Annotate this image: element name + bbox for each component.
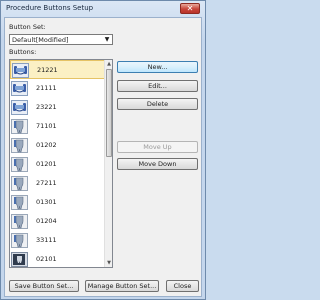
move-up-button[interactable]: Move Up: [117, 141, 198, 153]
button-set-label: Button Set:: [9, 23, 46, 31]
list-item[interactable]: 27211: [10, 174, 105, 193]
tooth-icon: [11, 119, 28, 134]
vertical-scrollbar[interactable]: ▲ ▼: [104, 60, 112, 267]
list-item[interactable]: 33111: [10, 231, 105, 250]
list-item-code: 33111: [36, 236, 57, 244]
window-close-button[interactable]: ✕: [180, 3, 200, 14]
button-set-dropdown[interactable]: Default[Modified] ▼: [9, 34, 113, 45]
buttons-label: Buttons:: [9, 48, 37, 56]
list-item-code: 23221: [36, 103, 57, 111]
list-item[interactable]: 01202: [10, 136, 105, 155]
tooth-icon: [11, 233, 28, 248]
scroll-up-icon[interactable]: ▲: [105, 60, 112, 68]
list-item-code: 01204: [36, 217, 57, 225]
list-item-code: 21221: [37, 66, 58, 74]
list-item[interactable]: 21221: [10, 60, 105, 79]
tooth-icon: [11, 214, 28, 229]
list-item[interactable]: 71101: [10, 117, 105, 136]
list-item-code: 71101: [36, 122, 57, 130]
window-title: Procedure Buttons Setup: [6, 4, 94, 12]
list-item-code: 02101: [36, 255, 57, 263]
buttons-list-rows: 21221 21111 23221 71101 01202 01201 27211 01301…: [10, 60, 105, 267]
chevron-down-icon[interactable]: ▼: [103, 35, 111, 44]
procedure-buttons-setup-window: Procedure Buttons Setup ✕ Button Set: De…: [0, 0, 206, 300]
bridge-crown-icon: [11, 81, 28, 96]
button-set-value: Default[Modified]: [12, 36, 69, 44]
scroll-thumb[interactable]: [106, 69, 112, 157]
save-button-set-button[interactable]: Save Button Set...: [9, 280, 79, 292]
list-item[interactable]: 01201: [10, 155, 105, 174]
new-button[interactable]: New...: [117, 61, 198, 73]
list-item[interactable]: 23221: [10, 98, 105, 117]
bridge-crown-icon: [11, 100, 28, 115]
title-bar[interactable]: Procedure Buttons Setup ✕: [1, 1, 205, 17]
list-item-code: 01301: [36, 198, 57, 206]
dialog-body: Button Set: Default[Modified] ▼ Buttons:…: [4, 17, 202, 297]
bridge-crown-icon: [12, 63, 29, 78]
edit-button[interactable]: Edit...: [117, 80, 198, 92]
tooth-icon: [11, 195, 28, 210]
scroll-down-icon[interactable]: ▼: [105, 259, 112, 267]
tooth-icon: [11, 157, 28, 172]
close-button[interactable]: Close: [166, 280, 199, 292]
list-item-code: 01202: [36, 141, 57, 149]
list-item[interactable]: 01204: [10, 212, 105, 231]
list-item[interactable]: 02101: [10, 250, 105, 267]
list-item-code: 01201: [36, 160, 57, 168]
list-item-code: 21111: [36, 84, 57, 92]
list-item-code: 27211: [36, 179, 57, 187]
buttons-list[interactable]: 21221 21111 23221 71101 01202 01201 27211 01301…: [9, 59, 113, 268]
manage-button-set-button[interactable]: Manage Button Set...: [85, 280, 159, 292]
move-down-button[interactable]: Move Down: [117, 158, 198, 170]
xray-icon: [11, 252, 28, 267]
tooth-icon: [11, 138, 28, 153]
list-item[interactable]: 21111: [10, 79, 105, 98]
list-item[interactable]: 01301: [10, 193, 105, 212]
delete-button[interactable]: Delete: [117, 98, 198, 110]
tooth-icon: [11, 176, 28, 191]
